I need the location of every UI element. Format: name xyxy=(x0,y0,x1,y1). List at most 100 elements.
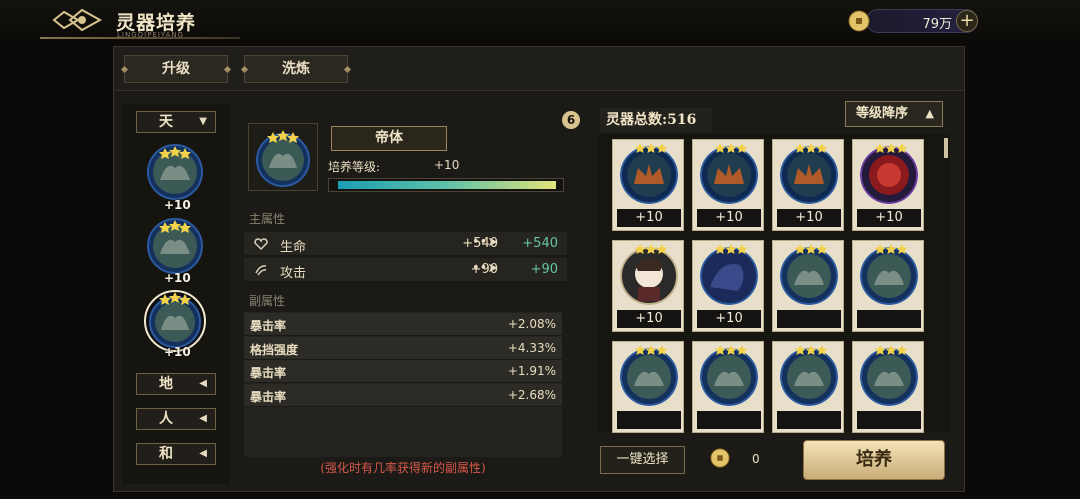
tab-upgrade[interactable]: 升级 xyxy=(124,55,228,83)
sub-attr-row: 暴击率 +2.68% xyxy=(244,384,562,407)
attr-to: +540 xyxy=(522,236,558,251)
hint-text: (强化时有几率获得新的副属性) xyxy=(320,461,486,475)
girl-gem-icon xyxy=(620,247,678,305)
attr-name: 生命 xyxy=(280,240,307,255)
item-level: +10 xyxy=(857,209,921,227)
level-label: 培养等级: xyxy=(328,160,381,174)
sub-attr-value: +1.91% xyxy=(507,364,556,378)
inventory-item[interactable]: +10 xyxy=(612,139,684,231)
sub-attr-value: +2.68% xyxy=(507,388,556,402)
chevron-up-icon: ▲ xyxy=(925,107,934,120)
cultivate-button[interactable]: 培养 xyxy=(803,440,945,480)
inventory-item[interactable]: +10 xyxy=(692,240,764,332)
bird-gem-icon xyxy=(860,348,918,406)
inventory-item[interactable]: +10 xyxy=(852,139,924,231)
stars-icon xyxy=(714,244,748,254)
equipped-slot[interactable] xyxy=(145,214,205,274)
item-level xyxy=(697,411,761,429)
sub-attr-row: 暴击率 +1.91% xyxy=(244,360,562,383)
sort-button[interactable]: 等级降序 ▲ xyxy=(845,101,943,127)
level-progress-fill xyxy=(338,181,556,189)
inventory-item[interactable] xyxy=(612,341,684,433)
sub-attr-name: 格挡强度 xyxy=(250,343,299,357)
equipped-slot[interactable] xyxy=(145,140,205,200)
selected-item-frame xyxy=(248,123,318,191)
inventory-item[interactable] xyxy=(772,341,844,433)
sub-attr-title: 副属性 xyxy=(249,294,286,308)
category-tian-button[interactable]: 天 ▼ xyxy=(136,111,216,133)
inventory-item[interactable]: +10 xyxy=(772,139,844,231)
stars-icon xyxy=(634,345,668,355)
inventory-scrollbar[interactable] xyxy=(944,138,948,158)
add-currency-button[interactable]: + xyxy=(956,10,978,32)
sort-label: 等级降序 xyxy=(856,106,909,121)
equipped-level: +10 xyxy=(164,271,191,285)
item-level xyxy=(857,411,921,429)
help-icon[interactable]: 6 xyxy=(562,111,580,129)
item-level: +10 xyxy=(777,209,841,227)
category-ren-button[interactable]: 人 ◀ xyxy=(136,408,216,430)
crown-gem-icon xyxy=(620,146,678,204)
stars-icon xyxy=(794,143,828,153)
bird-gem-icon xyxy=(144,290,206,352)
inventory-item[interactable] xyxy=(772,240,844,332)
stars-icon xyxy=(874,345,908,355)
sub-attr-value: +2.08% xyxy=(507,317,556,331)
equipped-level: +10 xyxy=(164,198,191,212)
bird-gem-icon xyxy=(700,348,758,406)
bird-gem-icon xyxy=(620,348,678,406)
category-label: 和 xyxy=(159,446,173,462)
bird-gem-icon xyxy=(780,348,838,406)
tab-refine[interactable]: 洗炼 xyxy=(244,55,348,83)
bird-gem-icon xyxy=(860,247,918,305)
bird-gem-icon xyxy=(147,218,203,274)
main-attr-title: 主属性 xyxy=(249,212,286,226)
item-level xyxy=(777,411,841,429)
stars-icon xyxy=(634,143,668,153)
level-value: +10 xyxy=(434,158,460,172)
bird-gem-icon xyxy=(780,247,838,305)
equipped-level: +10 xyxy=(164,345,191,359)
dragon-gem-icon xyxy=(700,247,758,305)
sub-attr-value: +4.33% xyxy=(507,341,556,355)
inventory-item[interactable] xyxy=(852,341,924,433)
bird-gem-icon xyxy=(256,130,310,187)
inventory-item[interactable]: +10 xyxy=(692,139,764,231)
chevron-left-icon: ◀ xyxy=(199,448,207,459)
chevron-left-icon: ◀ xyxy=(199,413,207,424)
category-he-button[interactable]: 和 ◀ xyxy=(136,443,216,465)
inventory-item[interactable] xyxy=(852,240,924,332)
sub-attr-row: 格挡强度 +4.33% xyxy=(244,337,562,360)
main-attr-row: 生命 +540 ••➤ +540 xyxy=(244,232,567,256)
red-gem-icon xyxy=(860,146,918,204)
stars-icon xyxy=(794,244,828,254)
sub-attr-name: 暴击率 xyxy=(250,319,287,333)
item-level: +10 xyxy=(617,209,681,227)
coin-icon xyxy=(848,10,870,32)
category-di-button[interactable]: 地 ◀ xyxy=(136,373,216,395)
main-attr-row: 攻击 +90 ••➤ +90 xyxy=(244,258,567,282)
attr-name: 攻击 xyxy=(280,266,307,281)
stars-icon xyxy=(714,345,748,355)
item-level: +10 xyxy=(697,209,761,227)
category-label: 人 xyxy=(159,411,173,427)
crown-gem-icon xyxy=(780,146,838,204)
item-name: 帝体 xyxy=(331,126,447,151)
auto-select-button[interactable]: 一键选择 xyxy=(600,446,685,474)
item-level xyxy=(777,310,841,328)
equipped-slot-selected[interactable] xyxy=(143,288,207,352)
sub-attr-row: 暴击率 +2.08% xyxy=(244,313,562,336)
sub-attr-name: 暴击率 xyxy=(250,390,287,404)
category-label: 天 xyxy=(159,114,173,130)
bird-gem-icon xyxy=(147,144,203,200)
chevron-left-icon: ◀ xyxy=(199,378,207,389)
stars-icon xyxy=(874,244,908,254)
stars-icon xyxy=(874,143,908,153)
title-underline xyxy=(40,37,240,39)
item-level: +10 xyxy=(617,310,681,328)
stars-icon xyxy=(794,345,828,355)
inventory-item[interactable]: +10 xyxy=(612,240,684,332)
back-emblem-icon[interactable] xyxy=(52,6,104,34)
inventory-item[interactable] xyxy=(692,341,764,433)
item-level xyxy=(857,310,921,328)
